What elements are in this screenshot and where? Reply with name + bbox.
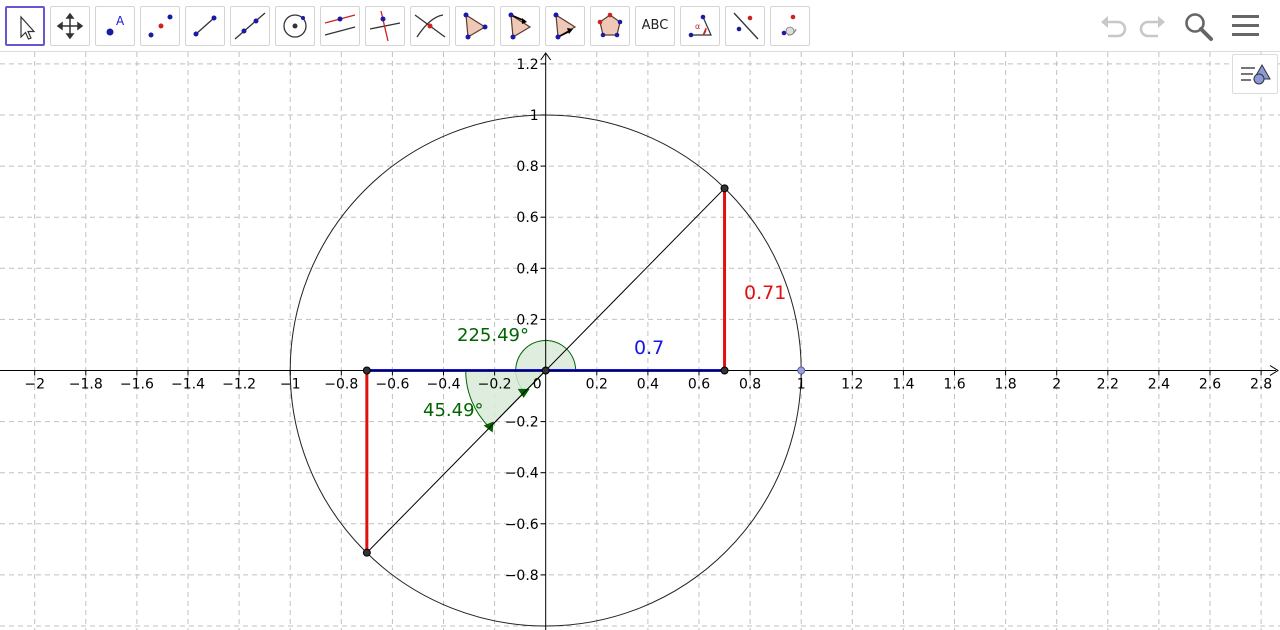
y-tick-label: 1.2 (516, 57, 538, 73)
x-tick-label: 0.2 (586, 377, 608, 393)
undo-icon (1101, 16, 1127, 38)
x-tick-label: 1 (797, 377, 806, 393)
line-icon (234, 12, 266, 40)
point-P-prime-foot (362, 366, 371, 375)
rotate-tool-button[interactable] (770, 6, 810, 46)
y-tick-label: 0.8 (516, 159, 538, 175)
x-tick-label: 2 (1052, 377, 1061, 393)
move-graphics-view-tool-button[interactable] (50, 6, 90, 46)
vector-polygon-tool-button[interactable] (500, 6, 540, 46)
cursor-arrow-icon (20, 15, 36, 40)
move-tool-button[interactable] (5, 6, 45, 46)
redo-button[interactable] (1134, 8, 1170, 44)
search-button[interactable] (1180, 8, 1216, 44)
line-tool-button[interactable] (230, 6, 270, 46)
angle-label-45: 45.49° (423, 400, 484, 421)
rotate-around-point-icon (781, 14, 797, 36)
reflect-line-icon (733, 12, 759, 40)
menu-button[interactable] (1228, 8, 1264, 44)
x-tick-label: −1.2 (222, 377, 256, 393)
segment-icon (193, 15, 217, 37)
style-bar-icon (1241, 63, 1271, 85)
y-tick-label: 1 (530, 108, 539, 124)
x-tick-label: 0.4 (637, 377, 659, 393)
parallel-line-icon (324, 14, 356, 36)
x-tick-label: −2 (24, 377, 45, 393)
x-tick-label: 2.2 (1097, 377, 1119, 393)
two-points-icon (148, 14, 173, 38)
hamburger-menu-icon (1232, 15, 1259, 36)
circle-center-point-tool-button[interactable] (275, 6, 315, 46)
blue-segment-label: 0.7 (634, 337, 664, 359)
y-tick-label: 0.4 (516, 261, 538, 277)
search-icon (1185, 13, 1213, 41)
x-tick-label: 1.8 (994, 377, 1016, 393)
graphics-view[interactable]: −2 −1.8 −1.6 −1.4 −1.2 −1 −0.8 −0.6 −0.4 −0.2 0 0.2… (0, 0, 1280, 630)
point-P (720, 184, 729, 193)
angle-icon: α (688, 14, 712, 38)
x-tick-label: −1 (280, 377, 301, 393)
perpendicular-line-tool-button[interactable] (365, 6, 405, 46)
x-tick-label: 0.6 (688, 377, 710, 393)
polygon-tool-button[interactable] (455, 6, 495, 46)
x-tick-label: 0 (533, 377, 542, 393)
toolbar: A ABC α (0, 0, 1280, 52)
origin-point (541, 366, 550, 375)
x-tick-label: −0.8 (324, 377, 358, 393)
angle-label-225: 225.49° (457, 325, 529, 346)
x-tick-label: −1.6 (120, 377, 154, 393)
four-arrows-icon (56, 12, 84, 40)
svg-text:α: α (695, 22, 700, 31)
circle-center-point-icon (283, 14, 307, 38)
y-tick-label: −0.6 (505, 517, 539, 533)
regular-polygon-tool-button[interactable] (590, 6, 630, 46)
x-tick-label: 2.8 (1250, 377, 1272, 393)
point-P-foot (720, 366, 729, 375)
two-points-tool-button[interactable] (140, 6, 180, 46)
redo-icon (1139, 16, 1165, 38)
y-tick-label: −0.8 (505, 568, 539, 584)
y-tick-label: −0.4 (505, 466, 539, 482)
rigid-polygon-tool-button[interactable] (545, 6, 585, 46)
parallel-line-tool-button[interactable] (320, 6, 360, 46)
segment-tool-button[interactable] (185, 6, 225, 46)
polygon-icon (463, 12, 488, 40)
x-tick-label: 2.6 (1199, 377, 1221, 393)
text-tool-button[interactable]: ABC (635, 6, 675, 46)
angle-tool-button[interactable]: α (680, 6, 720, 46)
x-tick-label: −1.8 (69, 377, 103, 393)
x-tick-label: 1.2 (841, 377, 863, 393)
intersect-icon (414, 14, 446, 38)
x-tick-label: 1.4 (892, 377, 914, 393)
y-tick-label: 0.6 (516, 210, 538, 226)
style-bar-toggle-button[interactable] (1232, 54, 1278, 94)
vector-polygon-icon (508, 12, 532, 40)
labels: 225.49° 45.49° 0.7 0.71 (423, 282, 786, 421)
rigid-polygon-icon (553, 12, 577, 40)
x-tick-label: −1.4 (171, 377, 205, 393)
unit-point (797, 366, 806, 375)
text-icon: ABC (641, 18, 669, 33)
perpendicular-line-icon (369, 10, 401, 42)
x-tick-label: 1.6 (943, 377, 965, 393)
x-tick-label: −0.6 (375, 377, 409, 393)
point-with-label-icon: A (106, 14, 125, 36)
intersect-tool-button[interactable] (410, 6, 450, 46)
reflect-line-tool-button[interactable] (725, 6, 765, 46)
svg-text:A: A (116, 14, 125, 28)
point-P-prime (362, 548, 371, 557)
x-tick-label: 2.4 (1148, 377, 1170, 393)
x-tick-label: 0.8 (739, 377, 761, 393)
x-tick-label: −0.4 (427, 377, 461, 393)
red-segment-label: 0.71 (744, 282, 786, 304)
point-tool-button[interactable]: A (95, 6, 135, 46)
undo-button[interactable] (1096, 8, 1132, 44)
y-tick-label: −0.2 (505, 415, 539, 431)
regular-polygon-icon (597, 12, 623, 38)
x-tick-label: −0.2 (478, 377, 512, 393)
